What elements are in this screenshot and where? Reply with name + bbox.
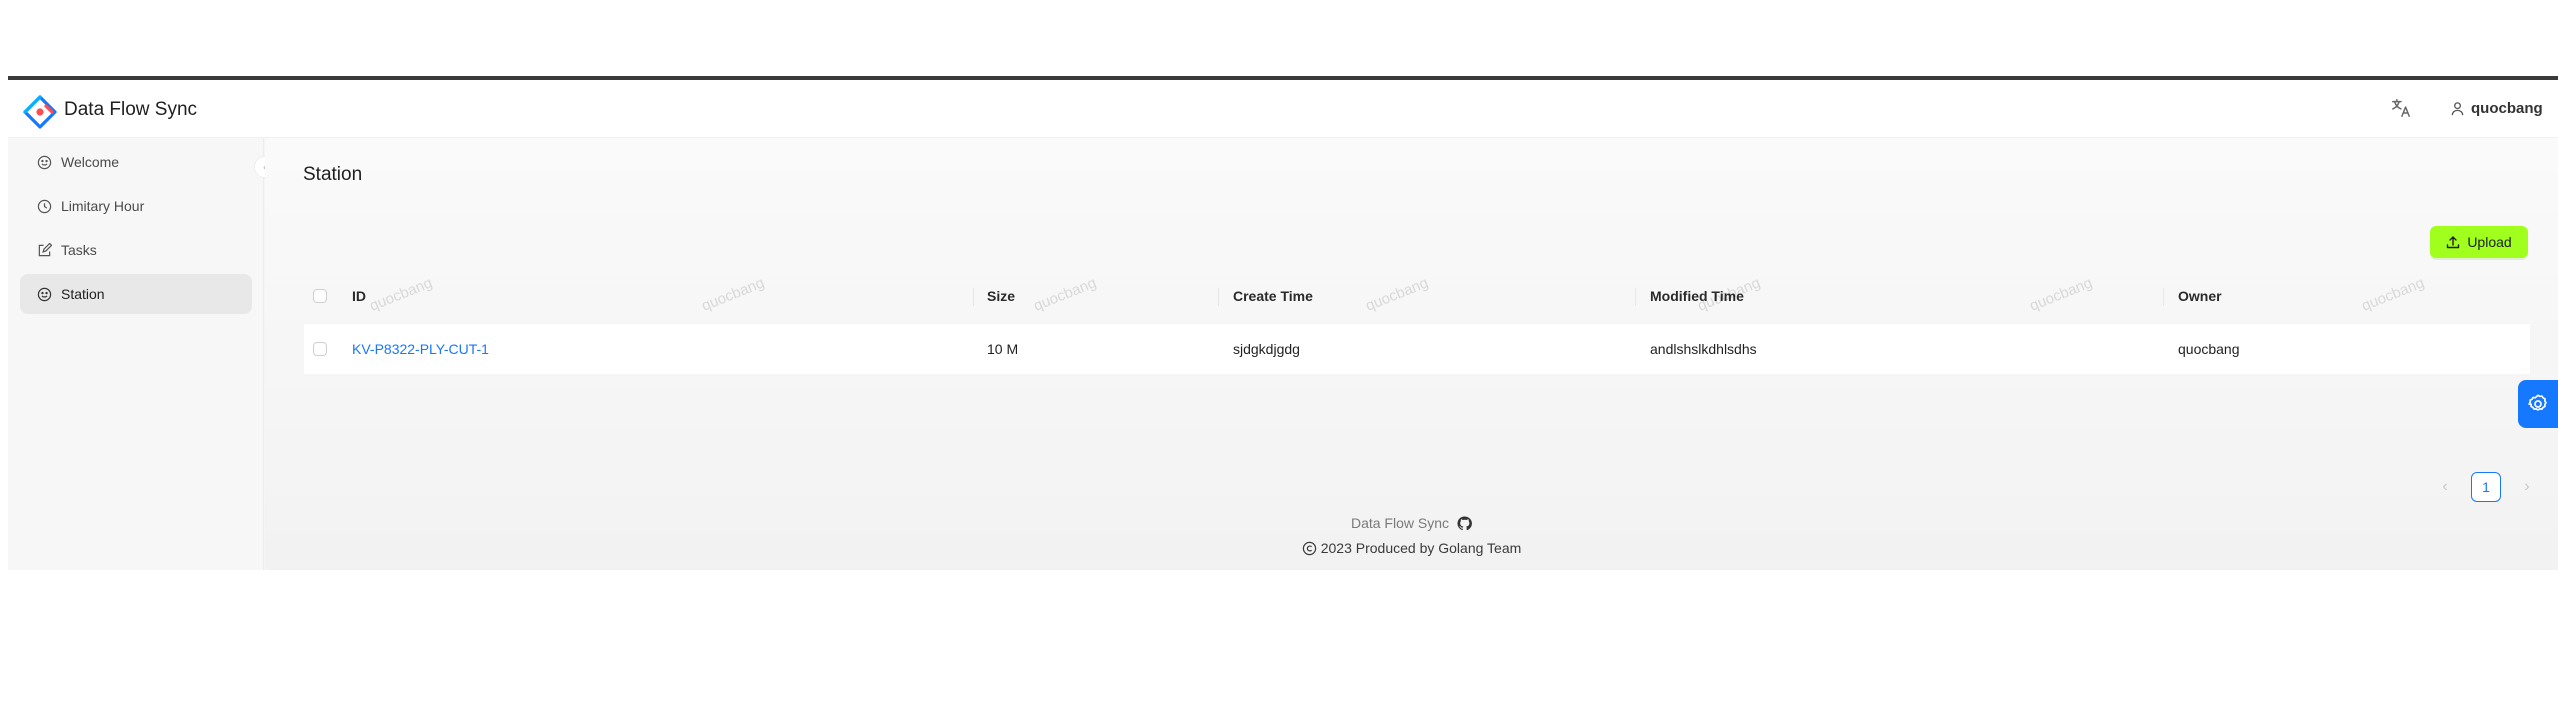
top-header: Data Flow Sync quocbang: [8, 80, 2558, 138]
page-title: Station: [303, 164, 363, 185]
column-divider: [973, 288, 974, 306]
row-create-time: sjdgkdjgdg: [1233, 341, 1300, 357]
sidebar: Welcome Limitary Hour Tasks Station ‹: [8, 138, 276, 570]
column-divider: [1218, 288, 1219, 306]
table-row: KV-P8322-PLY-CUT-1 10 M sjdgkdjgdg andls…: [304, 324, 2530, 374]
main-content: Station Upload ID Size Create Time Modif…: [265, 138, 2558, 570]
clock-icon: [37, 199, 52, 213]
logo-icon: [23, 95, 57, 129]
gear-icon: [2528, 394, 2547, 411]
select-all-checkbox[interactable]: [313, 289, 327, 303]
chevron-left-icon: ‹: [2442, 478, 2448, 495]
sidebar-item-label: Station: [61, 286, 105, 302]
column-divider: [1635, 288, 1636, 306]
column-header-size[interactable]: Size: [987, 268, 1015, 324]
station-table: ID Size Create Time Modified Time Owner …: [304, 268, 2530, 374]
user-menu[interactable]: quocbang: [2450, 100, 2543, 117]
column-header-id[interactable]: ID: [352, 268, 366, 324]
user-icon: [2451, 102, 2464, 116]
page-number-button[interactable]: 1: [2471, 472, 2501, 502]
app-window: Data Flow Sync quocbang Welcome Limitary…: [8, 76, 2558, 570]
github-icon[interactable]: [1457, 515, 1472, 531]
table-header: ID Size Create Time Modified Time Owner: [304, 268, 2530, 324]
upload-icon: [2447, 236, 2460, 249]
row-owner: quocbang: [2178, 341, 2240, 357]
row-modified-time: andlshslkdhlsdhs: [1650, 341, 1757, 357]
edit-icon: [38, 242, 52, 256]
prev-page-button[interactable]: ‹: [2431, 473, 2459, 501]
row-id-link[interactable]: KV-P8322-PLY-CUT-1: [352, 324, 489, 374]
chevron-right-icon: ›: [2524, 478, 2530, 495]
sidebar-item-limitary-hour[interactable]: Limitary Hour: [20, 186, 252, 226]
settings-drawer-button[interactable]: [2518, 380, 2558, 428]
sidebar-item-tasks[interactable]: Tasks: [20, 230, 252, 270]
footer-brand: Data Flow Sync: [265, 515, 2558, 531]
column-header-modified-time[interactable]: Modified Time: [1650, 268, 1744, 324]
select-all-checkbox-cell: [313, 268, 327, 324]
row-checkbox-cell: [313, 324, 327, 374]
footer-copyright-text: 2023 Produced by Golang Team: [1320, 540, 1522, 556]
sidebar-item-label: Limitary Hour: [61, 198, 145, 214]
column-divider: [2163, 288, 2164, 306]
row-checkbox[interactable]: [313, 342, 327, 356]
footer-copyright: 2023 Produced by Golang Team: [265, 540, 2558, 556]
copyright-icon: [1302, 541, 1316, 555]
row-size: 10 M: [987, 341, 1019, 357]
sidebar-item-label: Tasks: [61, 242, 97, 258]
column-header-owner[interactable]: Owner: [2178, 268, 2222, 324]
upload-button[interactable]: Upload: [2430, 226, 2528, 258]
smile-icon: [37, 155, 52, 169]
next-page-button[interactable]: ›: [2513, 473, 2541, 501]
sidebar-item-station[interactable]: Station: [20, 274, 252, 314]
upload-label: Upload: [2467, 234, 2512, 250]
column-header-create-time[interactable]: Create Time: [1233, 268, 1313, 324]
pagination: ‹ 1 ›: [2431, 472, 2541, 502]
smile-icon: [37, 287, 52, 301]
translate-icon[interactable]: [2390, 97, 2412, 119]
user-name: quocbang: [2471, 100, 2543, 117]
sidebar-item-label: Welcome: [61, 154, 120, 170]
app-title: Data Flow Sync: [64, 99, 198, 120]
footer-brand-text: Data Flow Sync: [1350, 515, 1450, 531]
sidebar-item-welcome[interactable]: Welcome: [20, 142, 252, 182]
